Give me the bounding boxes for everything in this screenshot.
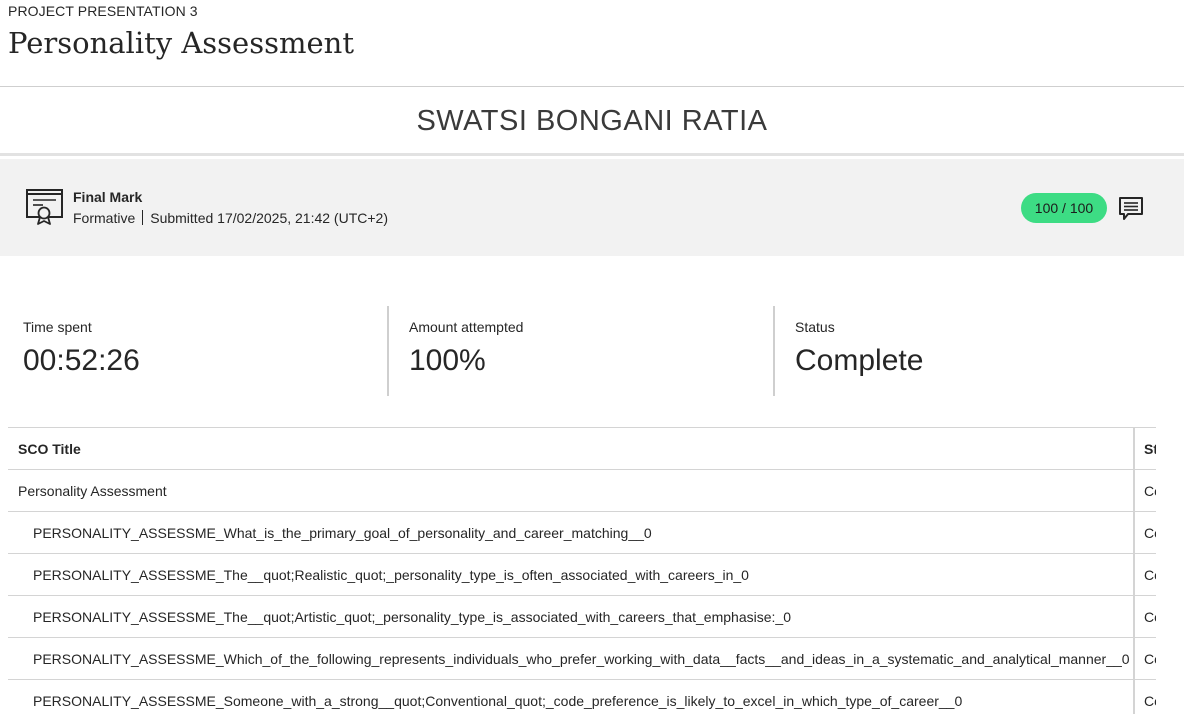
stat-amount-attempted: Amount attempted 100% <box>409 306 749 396</box>
table-row[interactable]: PERSONALITY_ASSESSME_What_is_the_primary… <box>8 511 1156 554</box>
sco-title-cell: Personality Assessment <box>8 469 1134 512</box>
table-row[interactable]: PERSONALITY_ASSESSME_Which_of_the_follow… <box>8 637 1156 680</box>
certificate-icon <box>26 189 63 225</box>
sco-title-cell: PERSONALITY_ASSESSME_What_is_the_primary… <box>8 511 1134 554</box>
column-header-status[interactable]: St <box>1133 427 1156 470</box>
sco-status-cell: Co <box>1133 469 1156 512</box>
stat-divider <box>387 306 389 396</box>
sco-title-cell: PERSONALITY_ASSESSME_The__quot;Realistic… <box>8 553 1134 596</box>
course-eyebrow: PROJECT PRESENTATION 3 <box>8 3 198 19</box>
student-name: SWATSI BONGANI RATIA <box>416 105 768 137</box>
stat-value: 100% <box>409 344 486 377</box>
sco-title-cell: PERSONALITY_ASSESSME_The__quot;Artistic_… <box>8 595 1134 638</box>
student-bar: SWATSI BONGANI RATIA <box>0 87 1184 156</box>
final-mark-meta: Formative Submitted 17/02/2025, 21:42 (UT… <box>73 210 388 226</box>
stat-value: Complete <box>795 344 924 377</box>
table-header-row: SCO Title St <box>8 427 1156 470</box>
stat-divider <box>773 306 775 396</box>
stat-time-spent: Time spent 00:52:26 <box>23 306 363 396</box>
table-row[interactable]: Personality Assessment Co <box>8 469 1156 512</box>
score-badge: 100 / 100 <box>1021 193 1107 223</box>
sco-status-cell: Co <box>1133 679 1156 714</box>
final-mark-panel: Final Mark Formative Submitted 17/02/2025… <box>0 159 1184 256</box>
sco-title-cell: PERSONALITY_ASSESSME_Which_of_the_follow… <box>8 637 1134 680</box>
sco-status-cell: Co <box>1133 595 1156 638</box>
sco-status-cell: Co <box>1133 553 1156 596</box>
table-row[interactable]: PERSONALITY_ASSESSME_The__quot;Artistic_… <box>8 595 1156 638</box>
sco-title-cell: PERSONALITY_ASSESSME_Someone_with_a_stro… <box>8 679 1134 714</box>
submission-date: Submitted 17/02/2025, 21:42 (UTC+2) <box>150 210 388 226</box>
comment-icon[interactable] <box>1117 195 1145 223</box>
stat-status: Status Complete <box>795 306 1135 396</box>
column-header-sco-title[interactable]: SCO Title <box>8 427 1134 470</box>
table-row[interactable]: PERSONALITY_ASSESSME_Someone_with_a_stro… <box>8 679 1156 714</box>
page-header: PROJECT PRESENTATION 3 Personality Asses… <box>0 0 1184 87</box>
sco-status-cell: Co <box>1133 637 1156 680</box>
meta-separator <box>142 210 144 225</box>
assessment-type: Formative <box>73 210 136 226</box>
stat-label: Amount attempted <box>409 319 524 335</box>
table-row[interactable]: PERSONALITY_ASSESSME_The__quot;Realistic… <box>8 553 1156 596</box>
sco-status-cell: Co <box>1133 511 1156 554</box>
page-title: Personality Assessment <box>8 26 354 60</box>
sco-table: SCO Title St Personality Assessment Co P… <box>8 427 1156 714</box>
stat-value: 00:52:26 <box>23 344 140 377</box>
final-mark-title: Final Mark <box>73 189 143 205</box>
stat-label: Status <box>795 319 835 335</box>
stat-label: Time spent <box>23 319 92 335</box>
